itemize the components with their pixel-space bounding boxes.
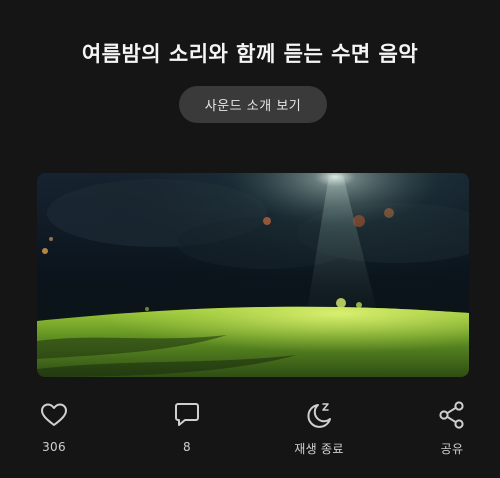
share-label: 공유 [440, 442, 464, 456]
page-title: 여름밤의 소리와 함께 듣는 수면 음악 [81, 42, 419, 66]
share-icon [437, 400, 467, 430]
artwork-image [37, 173, 469, 377]
sleep-timer-label: 재생 종료 [294, 442, 344, 456]
like-count: 306 [42, 440, 66, 454]
sound-detail-screen: 여름밤의 소리와 함께 듣는 수면 음악 사운드 소개 보기 306 8 재생 … [0, 0, 500, 478]
night-meadow-image [37, 173, 469, 377]
heart-icon [39, 400, 69, 430]
action-bar: 306 8 재생 종료 공유 [0, 400, 500, 470]
like-button[interactable]: 306 [14, 400, 94, 454]
comment-button[interactable]: 8 [147, 400, 227, 454]
sound-intro-button[interactable]: 사운드 소개 보기 [179, 86, 327, 123]
comment-icon [172, 400, 202, 430]
moon-zz-icon [304, 400, 334, 430]
sleep-timer-button[interactable]: 재생 종료 [279, 400, 359, 457]
share-button[interactable]: 공유 [412, 400, 492, 457]
comment-count: 8 [183, 440, 191, 454]
